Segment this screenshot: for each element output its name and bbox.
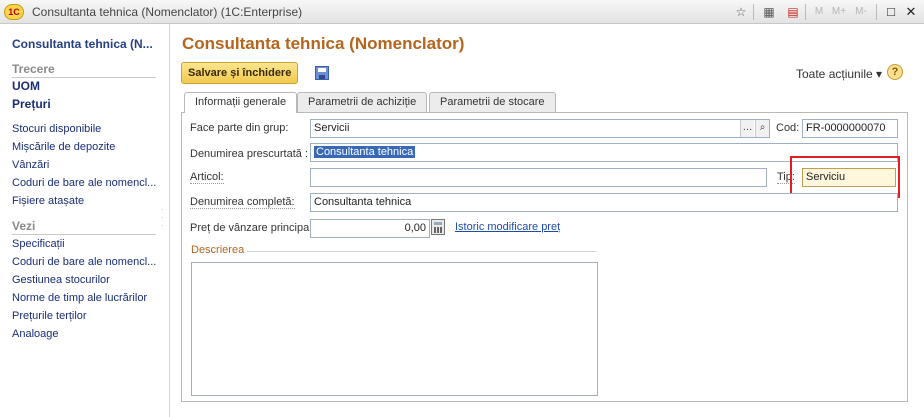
toolbar-separator <box>753 4 754 20</box>
nav-link-norme[interactable]: Norme de timp ale lucrărilor <box>12 292 147 304</box>
title-bar: 1C Consultanta tehnica (Nomenclator) (1C… <box>0 0 924 24</box>
short-name-value: Consultanta tehnica <box>314 146 416 158</box>
article-label: Articol: <box>190 171 224 184</box>
nav-link-stocuri[interactable]: Stocuri disponibile <box>12 123 101 135</box>
all-actions-menu[interactable]: Toate acțiunile ▾ <box>796 67 882 81</box>
memory-plus-button[interactable]: M+ <box>831 4 847 20</box>
maximize-icon[interactable]: □ <box>883 3 899 21</box>
page-title: Consultanta tehnica (Nomenclator) <box>182 34 465 53</box>
search-icon[interactable]: ⌕ <box>755 120 769 137</box>
memory-m-button[interactable]: M <box>811 4 827 20</box>
description-divider <box>247 251 597 252</box>
favorites-star-icon[interactable]: ☆ <box>733 4 749 20</box>
close-icon[interactable]: ✕ <box>903 3 919 21</box>
nav-item-preturi[interactable]: Prețuri <box>12 97 51 111</box>
nav-link-specificatii[interactable]: Specificații <box>12 238 65 250</box>
toolbar-separator <box>876 4 877 20</box>
navigation-panel: Consultanta tehnica (N... Trecere UOM Pr… <box>0 24 170 417</box>
nav-link-gestiunea[interactable]: Gestiunea stocurilor <box>12 274 110 286</box>
nav-link-miscari[interactable]: Mișcările de depozite <box>12 141 115 153</box>
group-field[interactable]: Servicii … ⌕ <box>310 119 770 138</box>
form-area: Consultanta tehnica (Nomenclator) Salvar… <box>171 24 924 417</box>
help-icon[interactable]: ? <box>887 64 903 80</box>
window-title: Consultanta tehnica (Nomenclator) (1C:En… <box>32 5 303 19</box>
tab-parametrii-stocare[interactable]: Parametrii de stocare <box>429 92 556 112</box>
group-label: Face parte din grup: <box>190 122 289 134</box>
nav-section-vezi: Vezi <box>12 219 156 235</box>
calendar-icon[interactable]: ▤ <box>785 4 801 20</box>
nav-link-vanzari[interactable]: Vânzări <box>12 159 49 171</box>
calculator-icon[interactable] <box>431 219 445 235</box>
price-history-link[interactable]: Istoric modificare preț <box>455 221 560 233</box>
memory-minus-button[interactable]: M- <box>853 4 869 20</box>
save-and-close-button[interactable]: Salvare și închidere <box>181 62 299 84</box>
highlight-box <box>790 156 900 198</box>
code-field[interactable]: FR-0000000070 <box>802 119 898 138</box>
select-ellipsis-icon[interactable]: … <box>740 120 754 137</box>
article-field[interactable] <box>310 168 767 187</box>
code-label: Cod: <box>776 122 800 134</box>
calculator-icon[interactable]: ▦ <box>761 4 777 20</box>
app-logo-icon[interactable]: 1C <box>4 4 24 20</box>
full-name-field[interactable]: Consultanta tehnica <box>310 193 898 212</box>
toolbar-separator <box>805 4 806 20</box>
save-disk-icon[interactable] <box>315 66 329 80</box>
panel-resize-handle[interactable]: · · · <box>161 206 167 230</box>
nav-link-preturi-terti[interactable]: Prețurile terților <box>12 310 87 322</box>
short-name-label: Denumirea prescurtată : <box>190 148 308 160</box>
price-label: Preț de vânzare principal: <box>190 222 315 234</box>
nav-link-fisiere[interactable]: Fișiere atașate <box>12 195 84 207</box>
nav-item-uom[interactable]: UOM <box>12 79 40 93</box>
tab-informatii-generale[interactable]: Informații generale <box>184 92 298 113</box>
nav-title: Consultanta tehnica (N... <box>12 37 153 51</box>
nav-link-coduri-bare-2[interactable]: Coduri de bare ale nomencl... <box>12 256 156 268</box>
description-label: Descrierea <box>191 244 245 256</box>
nav-link-coduri-bare[interactable]: Coduri de bare ale nomencl... <box>12 177 156 189</box>
tab-parametrii-achizitie[interactable]: Parametrii de achiziție <box>297 92 428 112</box>
price-field[interactable]: 0,00 <box>310 219 430 238</box>
nav-link-analoage[interactable]: Analoage <box>12 328 59 340</box>
group-value: Servicii <box>314 122 350 134</box>
nav-section-trecere: Trecere <box>12 62 156 78</box>
full-name-label: Denumirea completă: <box>190 196 295 209</box>
description-textarea[interactable] <box>191 262 598 396</box>
